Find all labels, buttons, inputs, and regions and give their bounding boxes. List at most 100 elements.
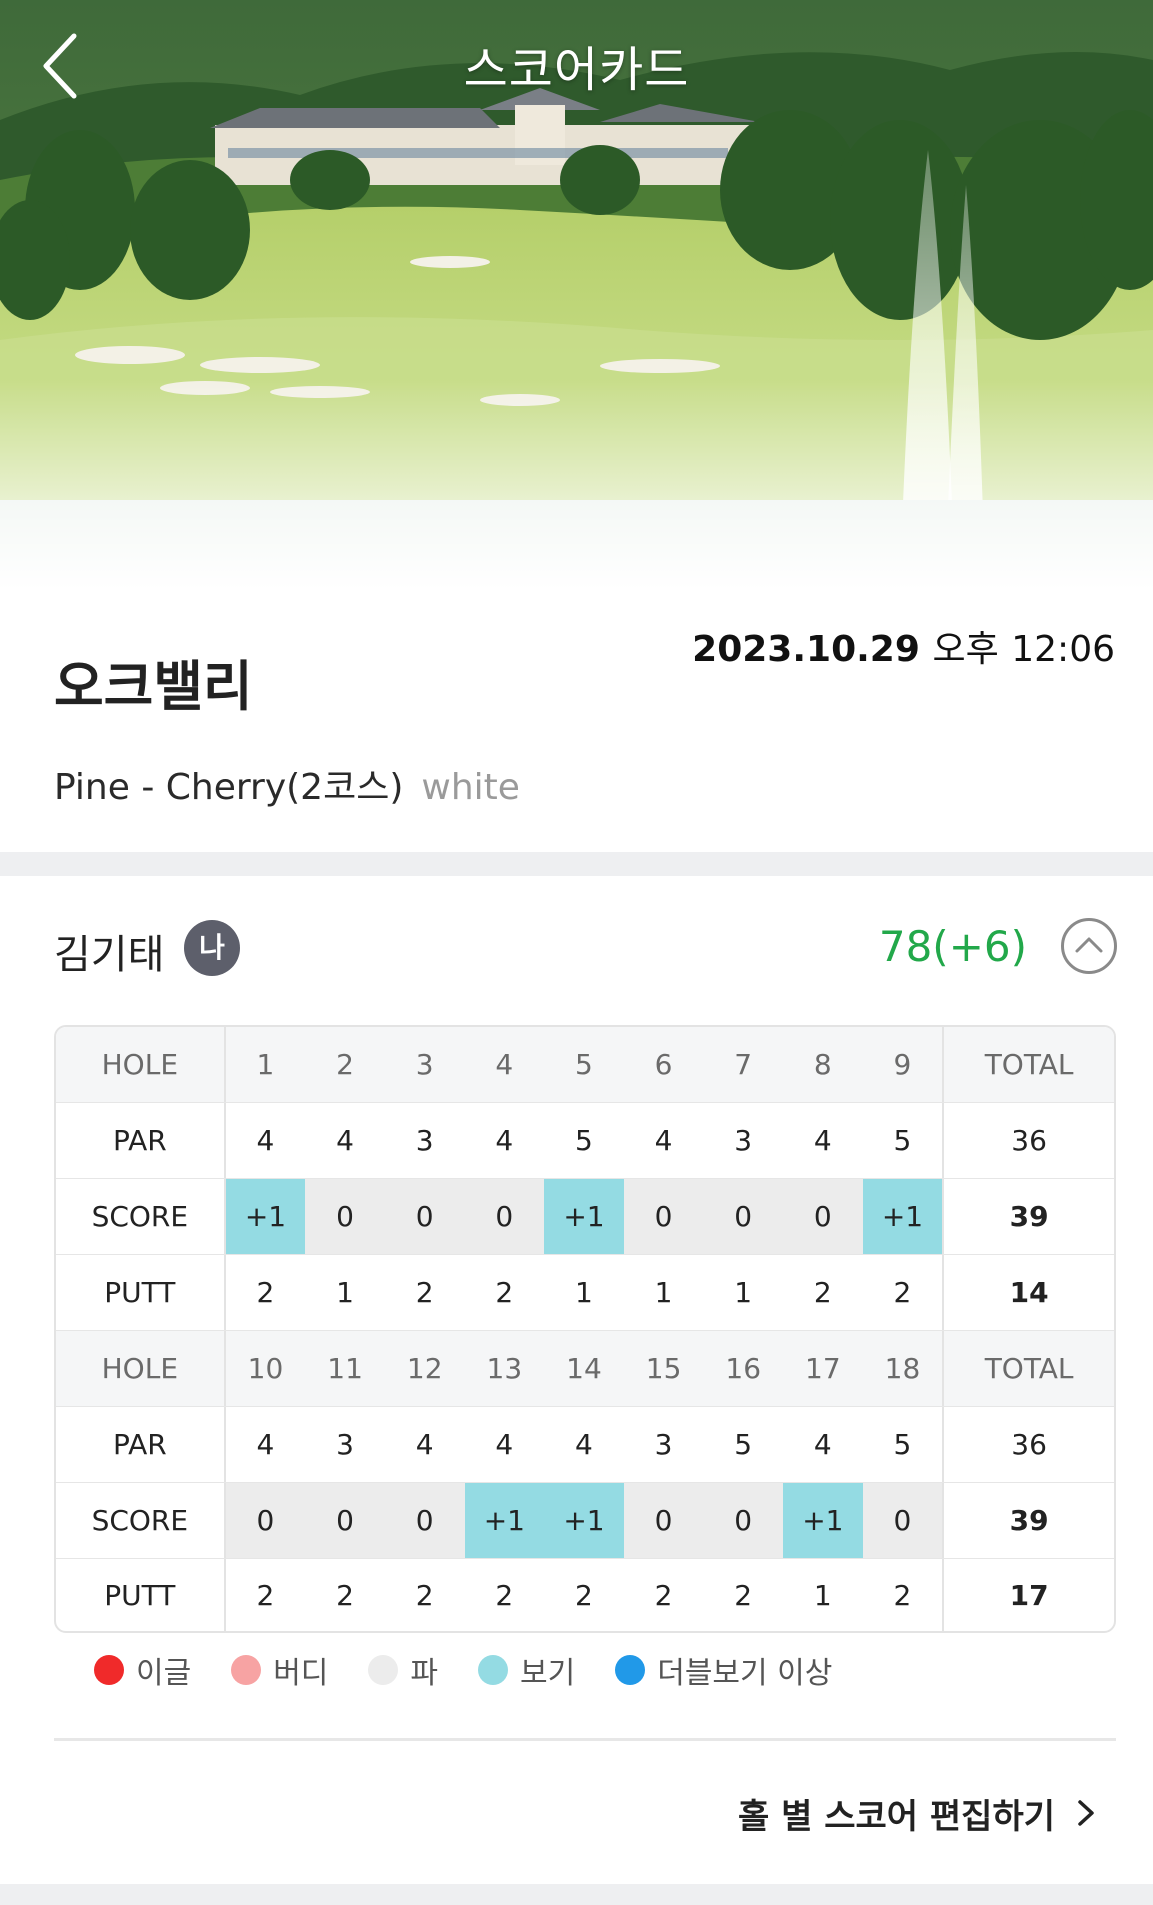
- page-title: 스코어카드: [463, 42, 690, 98]
- hole-cell: 1: [256, 1048, 275, 1081]
- legend-item: 더블보기 이상: [615, 1648, 832, 1692]
- hole-cell: 18: [884, 1352, 921, 1385]
- hole-cell: 13: [486, 1352, 523, 1385]
- putt-cell: 2: [415, 1276, 434, 1309]
- row-label-putt: PUTT: [56, 1559, 226, 1631]
- hole-cell: 8: [813, 1048, 832, 1081]
- score-cell: +1: [783, 1483, 863, 1558]
- hole-cell: 7: [734, 1048, 753, 1081]
- collapse-button[interactable]: [1061, 918, 1117, 974]
- legend-label: 파: [410, 1656, 439, 1691]
- putt-cell: 1: [734, 1276, 753, 1309]
- score-cell: 0: [703, 1179, 784, 1254]
- course-name: 오크밸리: [54, 655, 253, 718]
- score-cell: +1: [464, 1483, 545, 1558]
- score-cell: +1: [225, 1179, 306, 1254]
- score-cell: 0: [305, 1179, 385, 1254]
- table-row-par-front: PAR 4 4 3 4 5 4 3 4 5 36: [56, 1103, 1114, 1179]
- score-cell: 0: [783, 1179, 863, 1254]
- putt-cell: 2: [575, 1578, 593, 1612]
- edit-hole-scores-button[interactable]: 홀 별 스코어 편집하기: [738, 1788, 1099, 1838]
- par-cell: 4: [495, 1124, 514, 1157]
- table-row-score-back: SCORE 0 0 0 +1 +1 0 0 +1 0 39: [56, 1483, 1114, 1559]
- round-time-period: 오후: [932, 629, 999, 670]
- table-row-putt-back: PUTT 2 2 2 2 2 2 2 1 2 17: [56, 1559, 1114, 1631]
- hole-cell: 6: [654, 1048, 673, 1081]
- par-cell: 4: [256, 1124, 275, 1157]
- legend-dot-icon: [615, 1655, 646, 1685]
- putt-cell: 2: [495, 1578, 514, 1612]
- hole-total-cell: TOTAL: [942, 1027, 1114, 1102]
- table-row-hole-front: HOLE 1 2 3 4 5 6 7 8 9 TOTAL: [56, 1027, 1114, 1103]
- putt-cell: 2: [893, 1578, 912, 1612]
- legend-item: 이글: [94, 1648, 191, 1692]
- row-label-hole: HOLE: [56, 1027, 226, 1102]
- row-label-par: PAR: [56, 1407, 226, 1482]
- player-total-score: 78(+6): [878, 922, 1027, 971]
- row-label-par: PAR: [56, 1103, 226, 1178]
- row-label-hole: HOLE: [56, 1331, 226, 1406]
- hole-cell: 16: [725, 1352, 762, 1385]
- par-cell: 3: [415, 1124, 434, 1157]
- putt-cell: 2: [256, 1276, 275, 1309]
- chevron-up-icon: [1075, 937, 1103, 953]
- table-row-hole-back: HOLE 10 11 12 13 14 15 16 17 18 TOTAL: [56, 1331, 1114, 1407]
- score-cell: 0: [384, 1179, 465, 1254]
- legend-dot-icon: [478, 1655, 509, 1685]
- course-detail: Pine - Cherry(2코스) white: [54, 758, 520, 810]
- course-layout: Pine - Cherry(2코스): [54, 767, 404, 808]
- edit-hole-scores-label: 홀 별 스코어 편집하기: [737, 1796, 1055, 1837]
- score-total-cell: 39: [942, 1483, 1114, 1558]
- putt-cell: 2: [893, 1276, 912, 1309]
- legend-dot-icon: [368, 1655, 399, 1685]
- score-cell: +1: [862, 1179, 943, 1254]
- putt-cell: 1: [654, 1276, 673, 1309]
- par-total-cell: 36: [942, 1407, 1114, 1482]
- legend-label: 보기: [520, 1656, 576, 1691]
- table-row-score-front: SCORE +1 0 0 0 +1 0 0 0 +1 39: [56, 1179, 1114, 1255]
- table-row-par-back: PAR 4 3 4 4 4 3 5 4 5 36: [56, 1407, 1114, 1483]
- par-cell: 4: [256, 1428, 275, 1461]
- round-date: 2023.10.29: [692, 629, 920, 670]
- bottom-divider: [0, 1884, 1153, 1905]
- me-badge: 나: [184, 920, 240, 976]
- par-cell: 5: [893, 1428, 912, 1461]
- par-cell: 3: [734, 1124, 753, 1157]
- score-cell: 0: [384, 1483, 465, 1558]
- round-info: 오크밸리 2023.10.29 오후 12:06 Pine - Cherry(2…: [0, 590, 1153, 852]
- hole-cell: 4: [495, 1048, 514, 1081]
- round-datetime: 2023.10.29 오후 12:06: [692, 620, 1115, 672]
- score-cell: +1: [544, 1179, 624, 1254]
- score-cell: 0: [225, 1483, 306, 1558]
- par-cell: 4: [495, 1428, 514, 1461]
- tee-color: white: [421, 767, 520, 808]
- hole-cell: 14: [566, 1352, 602, 1385]
- hole-cell: 9: [893, 1048, 912, 1081]
- par-cell: 4: [575, 1428, 593, 1461]
- divider-line: [54, 1738, 1116, 1741]
- hole-cell: 12: [406, 1352, 443, 1385]
- row-label-putt: PUTT: [56, 1255, 226, 1330]
- row-label-score: SCORE: [56, 1179, 226, 1254]
- putt-cell: 2: [734, 1578, 753, 1612]
- putt-cell: 1: [575, 1276, 593, 1309]
- legend-label: 이글: [136, 1656, 192, 1691]
- hole-cell: 2: [336, 1048, 354, 1081]
- legend-item: 보기: [478, 1648, 575, 1692]
- hole-cell: 10: [247, 1352, 284, 1385]
- score-cell: 0: [623, 1483, 704, 1558]
- legend-dot-icon: [231, 1655, 262, 1685]
- par-cell: 4: [813, 1124, 832, 1157]
- par-cell: 3: [336, 1428, 354, 1461]
- par-total-cell: 36: [942, 1103, 1114, 1178]
- putt-cell: 1: [813, 1578, 832, 1612]
- putt-cell: 2: [495, 1276, 514, 1309]
- score-cell: 0: [703, 1483, 784, 1558]
- putt-total-cell: 14: [942, 1255, 1114, 1330]
- score-cell: 0: [464, 1179, 545, 1254]
- score-cell: 0: [862, 1483, 943, 1558]
- putt-cell: 1: [336, 1276, 354, 1309]
- putt-cell: 2: [654, 1578, 673, 1612]
- legend-item: 파: [368, 1648, 438, 1692]
- par-cell: 4: [654, 1124, 673, 1157]
